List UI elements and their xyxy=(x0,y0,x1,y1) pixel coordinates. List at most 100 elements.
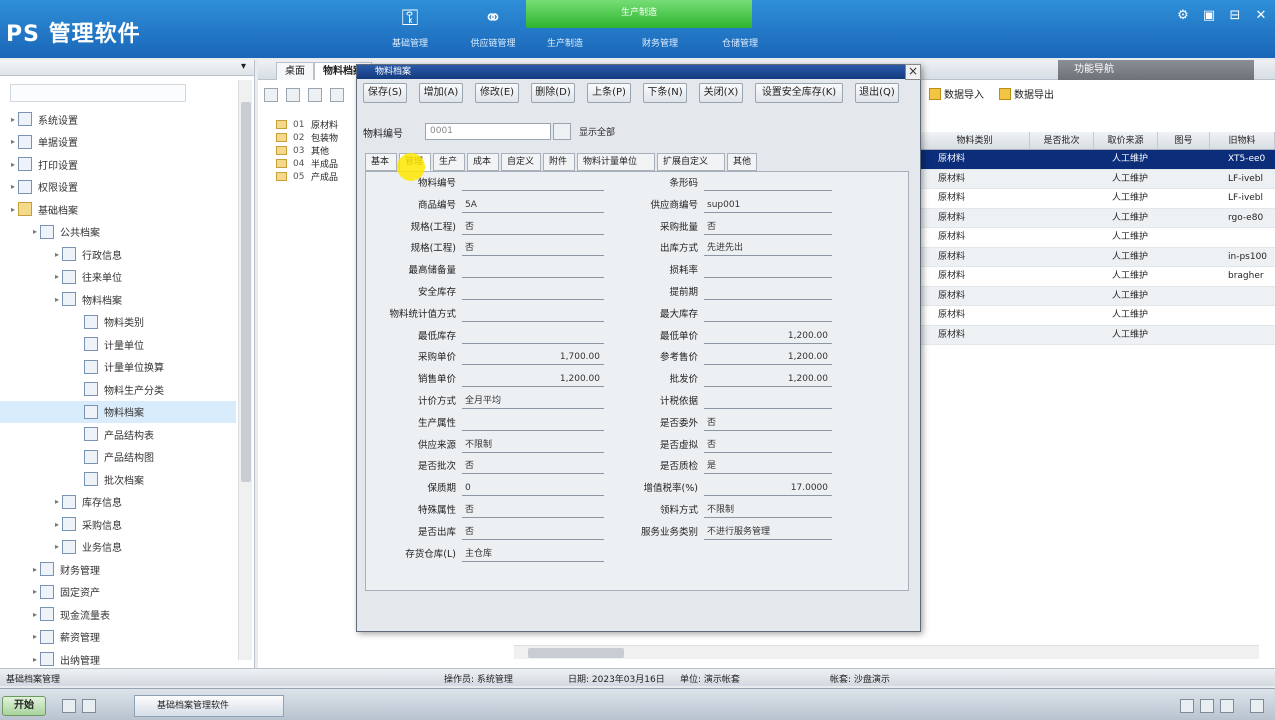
tree-item[interactable]: 产品结构表 xyxy=(0,423,236,446)
dialog-tab[interactable]: 成本 xyxy=(467,153,499,171)
material-code-lookup-button[interactable] xyxy=(553,123,571,140)
minimize-icon[interactable]: ⊟ xyxy=(1226,8,1244,26)
expand-icon[interactable]: ▸ xyxy=(8,205,18,214)
table-row[interactable]: 原材料 人工维护 LF-ivebl xyxy=(920,189,1275,209)
grid-horizontal-scrollbar[interactable] xyxy=(514,645,1259,659)
dialog-button[interactable]: 修改(E) xyxy=(475,83,519,103)
explorer-icon[interactable] xyxy=(82,699,96,713)
tree-item[interactable]: ▸ 单据设置 xyxy=(0,131,236,154)
table-row[interactable]: 原材料 人工维护 in-ps100 xyxy=(920,247,1275,267)
field-input[interactable]: 不进行服务管理 xyxy=(704,525,832,540)
grid-column-header[interactable]: 是否批次 xyxy=(1030,132,1094,149)
dialog-button[interactable]: 退出(Q) xyxy=(855,83,899,103)
tree-item[interactable]: ▸ 物料档案 xyxy=(0,288,236,311)
grid-column-header[interactable]: 旧物料 xyxy=(1210,132,1275,149)
dialog-tab[interactable]: 物料计量单位 xyxy=(577,153,655,171)
expand-icon[interactable]: ▸ xyxy=(52,250,62,259)
active-module-indicator[interactable]: 生产制造 xyxy=(526,0,752,28)
close-icon[interactable]: ✕ xyxy=(1252,8,1270,26)
pin-icon[interactable]: ▾ xyxy=(241,61,246,72)
dialog-tab[interactable]: 自定义 xyxy=(501,153,541,171)
tree-item[interactable]: ▸ 库存信息 xyxy=(0,491,236,514)
table-row[interactable]: 原材料 人工维护 LF-ivebl xyxy=(920,169,1275,189)
window-icon[interactable]: ▣ xyxy=(1200,8,1218,26)
preview-icon[interactable] xyxy=(308,88,322,102)
field-input[interactable]: 不限制 xyxy=(704,503,832,518)
edit-icon[interactable] xyxy=(330,88,344,102)
tree-item[interactable]: 物料生产分类 xyxy=(0,378,236,401)
field-input[interactable] xyxy=(704,263,832,279)
expand-icon[interactable]: ▸ xyxy=(30,227,40,236)
function-panel-header[interactable]: 功能导航 xyxy=(1058,60,1254,80)
tab-desktop[interactable]: 桌面 xyxy=(276,62,314,80)
table-row[interactable]: 原材料 人工维护 xyxy=(920,306,1275,326)
field-input[interactable]: 1,200.00 xyxy=(704,350,832,366)
tree-item[interactable]: ▸ 固定资产 xyxy=(0,581,236,604)
field-input[interactable]: 1,200.00 xyxy=(704,329,832,344)
dialog-button[interactable]: 上条(P) xyxy=(587,83,631,103)
table-row[interactable]: 原材料 人工维护 bragher xyxy=(920,267,1275,287)
field-input[interactable] xyxy=(704,394,832,409)
dialog-close-icon[interactable]: × xyxy=(905,64,921,80)
nav-item-basic[interactable]: ⚿ 基础管理 xyxy=(375,6,445,49)
expand-icon[interactable]: ▸ xyxy=(52,497,62,506)
field-input[interactable]: 1,200.00 xyxy=(704,372,832,388)
field-input[interactable]: 否 xyxy=(704,416,832,431)
tree-item[interactable]: 物料档案 xyxy=(0,400,236,423)
field-input[interactable]: 否 xyxy=(704,438,832,453)
tree-item[interactable]: ▸ 系统设置 xyxy=(0,108,236,131)
field-input[interactable] xyxy=(704,285,832,300)
field-input[interactable]: 17.0000 xyxy=(704,481,832,497)
expand-icon[interactable]: ▸ xyxy=(30,655,40,664)
field-input[interactable]: sup001 xyxy=(704,198,832,213)
field-input[interactable] xyxy=(704,176,832,191)
table-row[interactable]: 原材料 人工维护 xyxy=(920,228,1275,248)
tree-item[interactable]: ▸ 公共档案 xyxy=(0,221,236,244)
field-input[interactable]: 否 xyxy=(704,220,832,235)
nav-item-supply[interactable]: ⚭ 供应链管理 xyxy=(458,6,528,49)
dialog-tab[interactable]: 扩展自定义 xyxy=(657,153,725,171)
expand-icon[interactable]: ▸ xyxy=(52,542,62,551)
expand-icon[interactable]: ▸ xyxy=(30,632,40,641)
clock-icon[interactable] xyxy=(1250,699,1264,713)
network-icon[interactable] xyxy=(1180,699,1194,713)
category-item[interactable]: 01 原材料 xyxy=(276,118,338,131)
dialog-button[interactable]: 保存(S) xyxy=(363,83,407,103)
dialog-button[interactable]: 设置安全库存(K) xyxy=(755,83,843,103)
desktop-icon[interactable] xyxy=(62,699,76,713)
data-import-button[interactable]: 数据导入 xyxy=(923,86,990,106)
table-row[interactable]: 原材料 人工维护 xyxy=(920,286,1275,306)
field-input[interactable] xyxy=(704,307,832,322)
tree-item[interactable]: ▸ 业务信息 xyxy=(0,536,236,559)
expand-icon[interactable]: ▸ xyxy=(30,610,40,619)
tree-item[interactable]: ▸ 薪资管理 xyxy=(0,626,236,649)
category-item[interactable]: 05 产成品 xyxy=(276,170,338,183)
category-item[interactable]: 04 半成品 xyxy=(276,157,338,170)
tree-scrollbar[interactable] xyxy=(238,80,252,660)
dialog-tab[interactable]: 基本 xyxy=(365,153,397,171)
category-item[interactable]: 03 其他 xyxy=(276,144,338,157)
dialog-tab[interactable]: 其他 xyxy=(727,153,757,171)
show-all-checkbox[interactable]: 显示全部 xyxy=(579,125,615,138)
data-export-button[interactable]: 数据导出 xyxy=(993,86,1060,106)
start-button[interactable]: 开始 xyxy=(2,696,46,716)
print-icon[interactable] xyxy=(286,88,300,102)
expand-icon[interactable]: ▸ xyxy=(30,565,40,574)
tree-item[interactable]: 计量单位换算 xyxy=(0,356,236,379)
expand-icon[interactable]: ▸ xyxy=(52,295,62,304)
grid-column-header[interactable]: 物料类别 xyxy=(920,132,1030,149)
field-input[interactable]: 先进先出 xyxy=(704,241,832,257)
expand-icon[interactable]: ▸ xyxy=(52,272,62,281)
dialog-tab[interactable]: 附件 xyxy=(543,153,575,171)
expand-icon[interactable]: ▸ xyxy=(8,160,18,169)
dialog-button[interactable]: 增加(A) xyxy=(419,83,463,103)
tree-search-input[interactable] xyxy=(10,84,186,102)
taskbar-app-button[interactable]: 基础档案管理软件 xyxy=(134,695,284,717)
tree-item[interactable]: ▸ 财务管理 xyxy=(0,558,236,581)
dialog-button[interactable]: 下条(N) xyxy=(643,83,687,103)
expand-icon[interactable]: ▸ xyxy=(8,115,18,124)
table-row[interactable]: 原材料 人工维护 rgo-e80 xyxy=(920,208,1275,228)
table-row[interactable]: 原材料 人工维护 XT5-ee0 xyxy=(920,150,1275,170)
grid-column-header[interactable]: 图号 xyxy=(1158,132,1210,149)
category-item[interactable]: 02 包装物 xyxy=(276,131,338,144)
